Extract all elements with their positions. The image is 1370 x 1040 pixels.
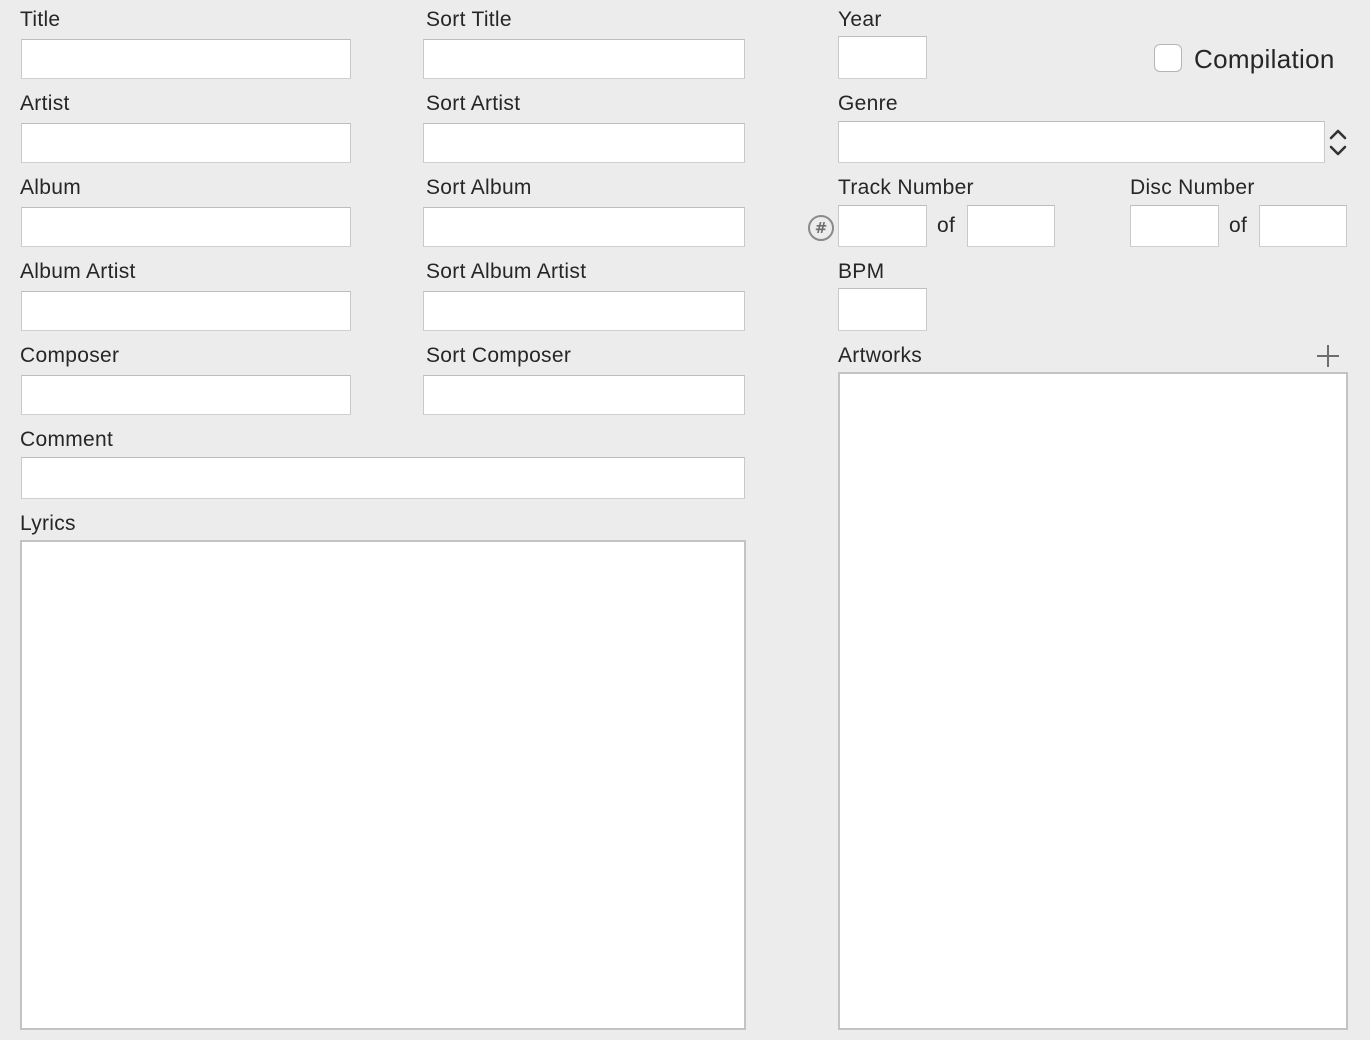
artworks-label: Artworks xyxy=(838,344,923,367)
lyrics-label: Lyrics xyxy=(20,512,76,535)
artist-label: Artist xyxy=(20,92,70,115)
sort-artist-field[interactable] xyxy=(423,123,745,163)
sort-album-label: Sort Album xyxy=(426,176,532,199)
track-number-field[interactable] xyxy=(838,205,927,247)
disc-number-label: Disc Number xyxy=(1130,176,1255,199)
composer-label: Composer xyxy=(20,344,120,367)
track-number-label: Track Number xyxy=(838,176,974,199)
disc-number-field[interactable] xyxy=(1130,205,1219,247)
artist-field[interactable] xyxy=(21,123,351,163)
compilation-label[interactable]: Compilation xyxy=(1194,44,1335,74)
sort-artist-label: Sort Artist xyxy=(426,92,521,115)
genre-label: Genre xyxy=(838,92,898,115)
track-of-label: of xyxy=(937,214,956,237)
plus-icon[interactable] xyxy=(1315,343,1341,369)
bpm-label: BPM xyxy=(838,260,885,283)
composer-field[interactable] xyxy=(21,375,351,415)
hash-circle-icon[interactable]: # xyxy=(808,215,834,241)
album-label: Album xyxy=(20,176,82,199)
lyrics-textarea[interactable] xyxy=(20,540,746,1030)
disc-of-label: of xyxy=(1229,214,1248,237)
sort-album-artist-field[interactable] xyxy=(423,291,745,331)
comment-label: Comment xyxy=(20,428,114,451)
title-label: Title xyxy=(20,8,61,31)
sort-composer-label: Sort Composer xyxy=(426,344,572,367)
up-down-chevron-icon[interactable] xyxy=(1326,123,1350,163)
album-field[interactable] xyxy=(21,207,351,247)
year-field[interactable] xyxy=(838,36,927,79)
sort-composer-field[interactable] xyxy=(423,375,745,415)
year-label: Year xyxy=(838,8,882,31)
comment-field[interactable] xyxy=(21,457,745,499)
bpm-field[interactable] xyxy=(838,288,927,331)
genre-combobox[interactable] xyxy=(838,121,1325,163)
title-field[interactable] xyxy=(21,39,351,79)
sort-album-field[interactable] xyxy=(423,207,745,247)
artworks-area[interactable] xyxy=(838,372,1348,1030)
album-artist-field[interactable] xyxy=(21,291,351,331)
album-artist-label: Album Artist xyxy=(20,260,136,283)
sort-title-label: Sort Title xyxy=(426,8,512,31)
sort-album-artist-label: Sort Album Artist xyxy=(426,260,587,283)
track-total-field[interactable] xyxy=(967,205,1055,247)
sort-title-field[interactable] xyxy=(423,39,745,79)
compilation-checkbox[interactable] xyxy=(1154,44,1182,72)
disc-total-field[interactable] xyxy=(1259,205,1347,247)
